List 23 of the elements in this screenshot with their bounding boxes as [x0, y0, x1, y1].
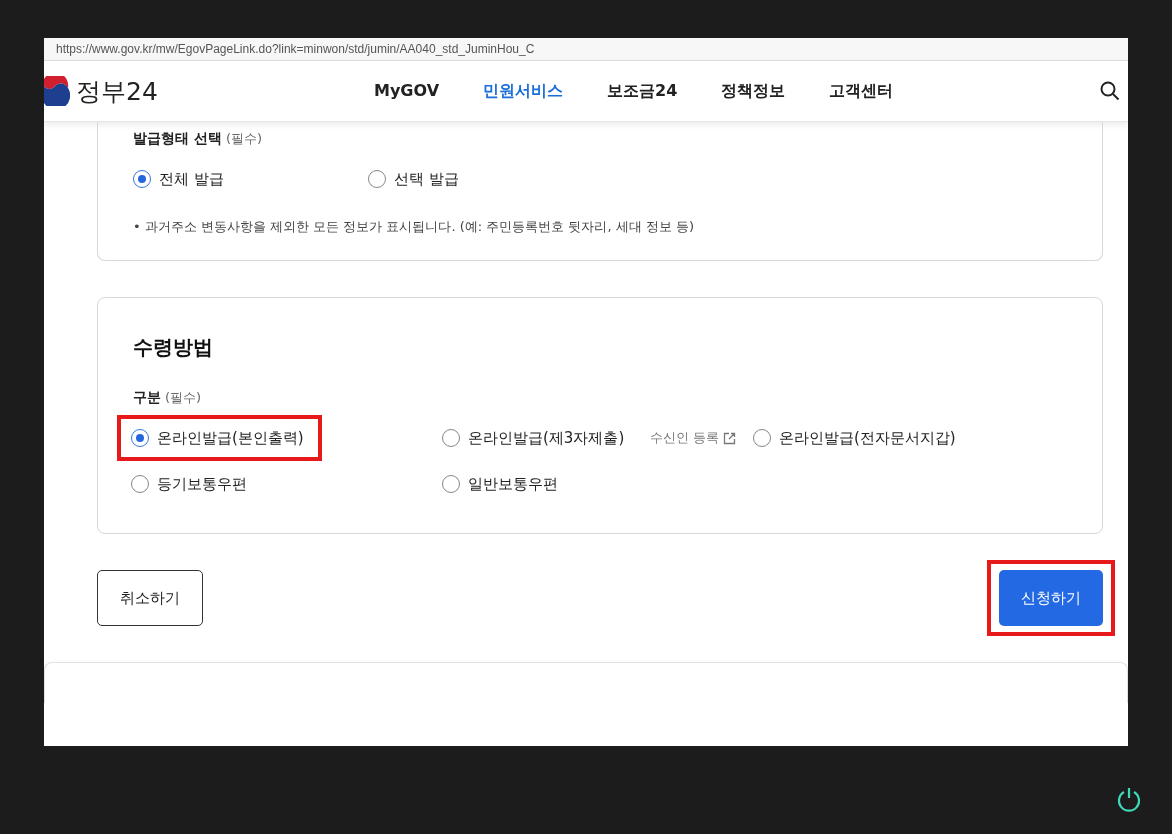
logo-text[interactable]: 정부24	[76, 74, 158, 108]
required-note: (필수)	[225, 130, 263, 148]
radio-option[interactable]: 온라인발급(제3자제출)	[442, 419, 625, 457]
radio-option[interactable]: 일반보통우편	[442, 465, 558, 503]
radio-option[interactable]: 온라인발급(전자문서지갑)	[753, 419, 956, 457]
radio-option[interactable]: 전체 발급	[133, 160, 368, 198]
apply-button[interactable]: 신청하기	[999, 570, 1103, 626]
radio-option[interactable]: 온라인발급(본인출력)	[131, 419, 304, 457]
cancel-button[interactable]: 취소하기	[97, 570, 203, 626]
nav-link[interactable]: 정책정보	[721, 80, 786, 102]
nav-link[interactable]: 고객센터	[829, 80, 894, 102]
field-label: 발급형태 선택	[133, 130, 222, 148]
nav-link[interactable]: 민원서비스	[483, 80, 564, 102]
field-label: 구분	[133, 389, 161, 407]
info-note: • 과거주소 변동사항을 제외한 모든 정보가 표시됩니다. (예: 주민등록번호 뒷자리, 세대 정보 등)	[133, 218, 696, 236]
required-note: (필수)	[165, 389, 202, 407]
radio-option[interactable]: 선택 발급	[368, 160, 688, 198]
register-link[interactable]: 수신인 등록	[650, 429, 737, 447]
section-title: 수령방법	[133, 334, 214, 361]
nav-link[interactable]: 보조금24	[607, 80, 678, 102]
nav-link[interactable]: MyGOV	[374, 80, 440, 102]
address-bar[interactable]: https://www.gov.kr/mw/EgovPageLink.do?link=minwon/std/jumin/AA040_std_JuminHou_C	[44, 38, 1128, 61]
radio-option[interactable]: 등기보통우편	[131, 465, 247, 503]
